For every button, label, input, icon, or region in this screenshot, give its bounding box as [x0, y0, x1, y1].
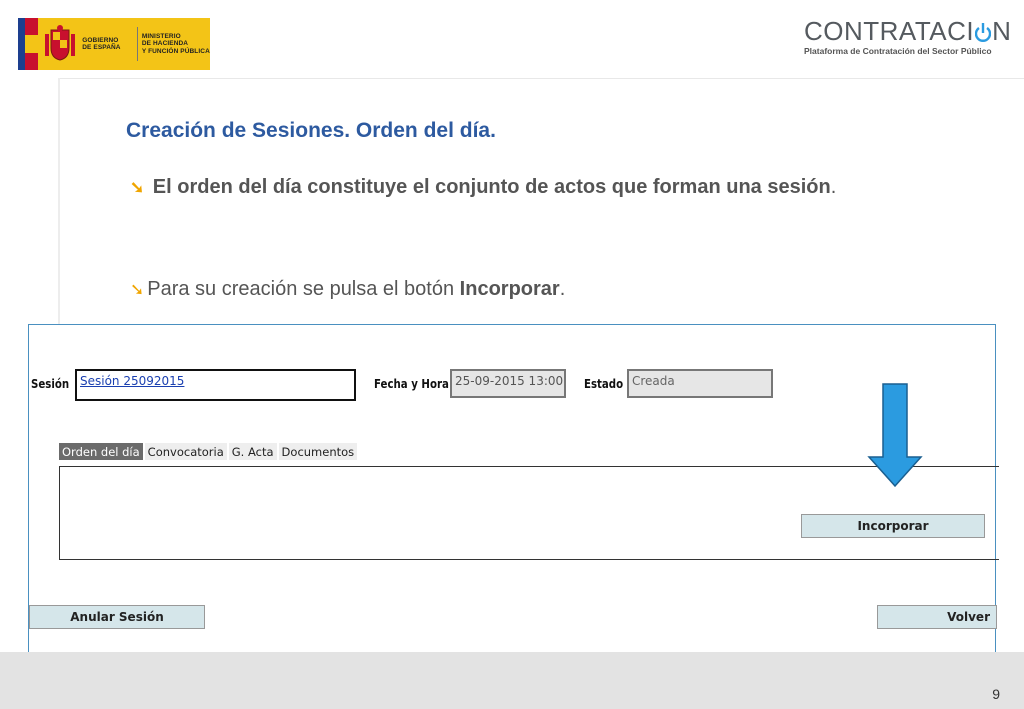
volver-button[interactable]: Volver	[877, 605, 997, 629]
slide-title: Creación de Sesiones. Orden del día.	[126, 119, 496, 142]
estado-field: Creada	[627, 369, 773, 398]
brand-name: CONTRATACI N	[804, 16, 1012, 46]
session-link[interactable]: Sesión 25092015	[80, 374, 184, 388]
gobierno-logo: GOBIERNO DE ESPAÑA MINISTERIO DE HACIEND…	[18, 18, 210, 70]
logo-divider	[136, 27, 138, 61]
tab-orden-del-dia[interactable]: Orden del día	[59, 443, 143, 460]
tab-documentos[interactable]: Documentos	[278, 443, 358, 460]
tab-convocatoria[interactable]: Convocatoria	[144, 443, 227, 460]
session-form-screenshot: Sesión Sesión 25092015 Fecha y Hora 25-0…	[28, 324, 999, 674]
bullet-incorporar: ➘ Para su creación se pulsa el botón Inco…	[130, 278, 566, 300]
eu-flag-icon	[18, 18, 38, 70]
incorporar-button[interactable]: Incorporar	[801, 514, 985, 538]
footer-bar: 9	[0, 652, 1024, 709]
coat-of-arms-icon	[37, 18, 82, 70]
session-label: Sesión	[31, 377, 70, 391]
gobierno-text: GOBIERNO DE ESPAÑA	[82, 36, 121, 52]
bullet-arrow-icon: ➘	[130, 178, 145, 197]
page-number: 9	[992, 686, 1000, 702]
tab-g-acta[interactable]: G. Acta	[228, 443, 277, 460]
bullet-orden-del-dia: ➘ El orden del día constituye el conjunt…	[130, 176, 837, 198]
anular-sesion-button[interactable]: Anular Sesión	[29, 605, 205, 629]
brand-subtitle: Plataforma de Contratación del Sector Pú…	[804, 46, 992, 56]
bullet-arrow-icon: ➘	[130, 280, 145, 299]
ministerio-text: MINISTERIO DE HACIENDA Y FUNCIÓN PÚBLICA	[141, 32, 210, 55]
power-icon	[974, 20, 992, 42]
contratacion-brand: CONTRATACI N Plataforma de Contratación …	[804, 16, 1014, 56]
orden-del-dia-panel	[59, 466, 999, 560]
header-divider	[60, 78, 1024, 79]
date-label: Fecha y Hora	[374, 377, 449, 391]
left-divider	[58, 78, 60, 328]
date-field: 25-09-2015 13:00	[450, 369, 566, 398]
session-field[interactable]: Sesión 25092015	[75, 369, 356, 401]
tab-bar: Orden del día Convocatoria G. Acta Docum…	[59, 443, 359, 460]
highlight-arrow-icon	[867, 383, 923, 488]
estado-label: Estado	[584, 377, 624, 391]
